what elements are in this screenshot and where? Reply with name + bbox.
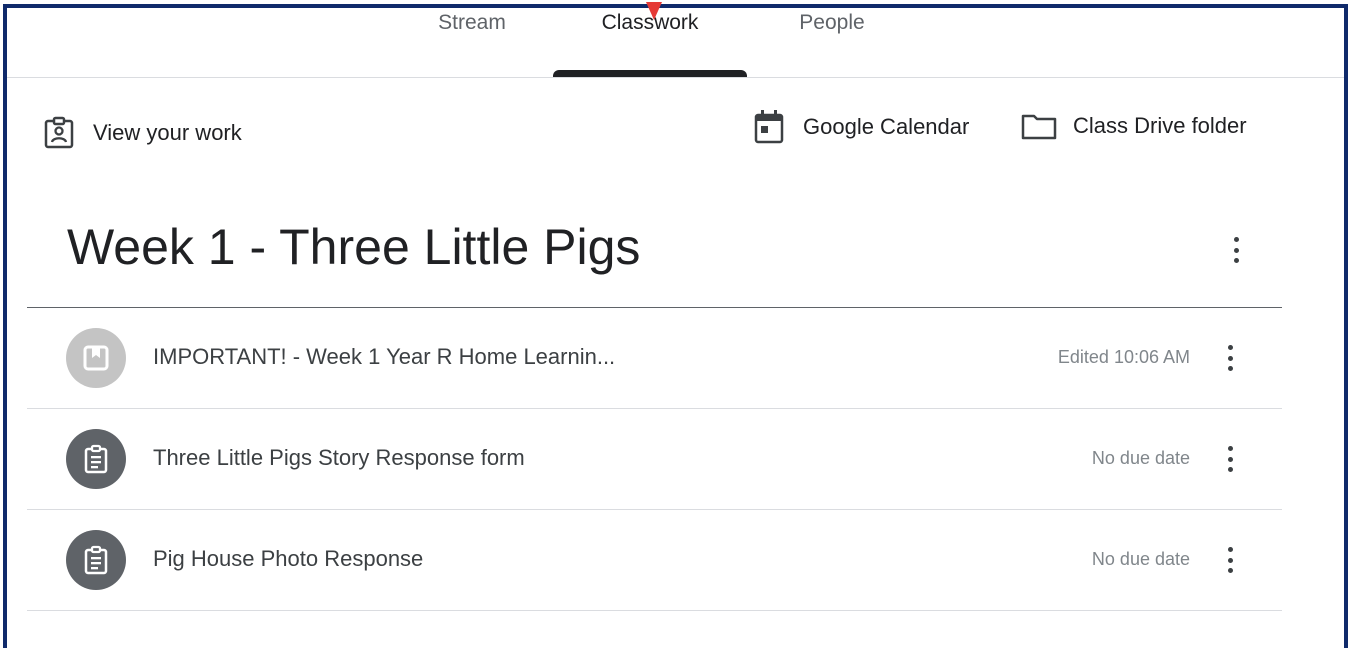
tab-people[interactable]: People: [777, 8, 887, 77]
view-your-work-button[interactable]: View your work: [43, 116, 242, 150]
tab-bar: Stream Classwork People: [7, 2, 1344, 78]
topic-more-options-icon[interactable]: [1224, 235, 1248, 265]
item-meta: Edited 10:06 AM: [1057, 347, 1190, 367]
calendar-icon: [753, 109, 785, 145]
assigned-work-icon: [43, 116, 75, 150]
topic-title: Week 1 - Three Little Pigs: [67, 219, 641, 275]
item-title: IMPORTANT! - Week 1 Year R Home Learnin.…: [153, 344, 616, 369]
list-item[interactable]: Pig House Photo Response No due date: [27, 510, 1282, 611]
item-meta: No due date: [1091, 448, 1190, 468]
class-drive-folder-button[interactable]: Class Drive folder: [1021, 111, 1247, 141]
list-item[interactable]: IMPORTANT! - Week 1 Year R Home Learnin.…: [27, 308, 1282, 409]
google-calendar-button[interactable]: Google Calendar: [753, 109, 969, 145]
assignment-icon: [66, 429, 126, 489]
google-calendar-label: Google Calendar: [803, 114, 970, 139]
item-more-options-icon[interactable]: [1218, 545, 1242, 575]
classroom-window: Stream Classwork People View your work G…: [3, 2, 1348, 648]
active-tab-indicator: [553, 70, 747, 77]
list-item[interactable]: Three Little Pigs Story Response form No…: [27, 409, 1282, 510]
red-pointer-arrow: [646, 2, 662, 20]
view-your-work-label: View your work: [93, 120, 242, 145]
item-more-options-icon[interactable]: [1218, 343, 1242, 373]
assignment-icon: [66, 530, 126, 590]
material-icon: [66, 328, 126, 388]
item-title: Three Little Pigs Story Response form: [153, 445, 525, 470]
class-drive-folder-label: Class Drive folder: [1073, 113, 1247, 138]
item-more-options-icon[interactable]: [1218, 444, 1242, 474]
item-meta: No due date: [1091, 549, 1190, 569]
folder-icon: [1021, 111, 1057, 141]
item-title: Pig House Photo Response: [153, 546, 424, 571]
tab-stream[interactable]: Stream: [417, 8, 527, 77]
